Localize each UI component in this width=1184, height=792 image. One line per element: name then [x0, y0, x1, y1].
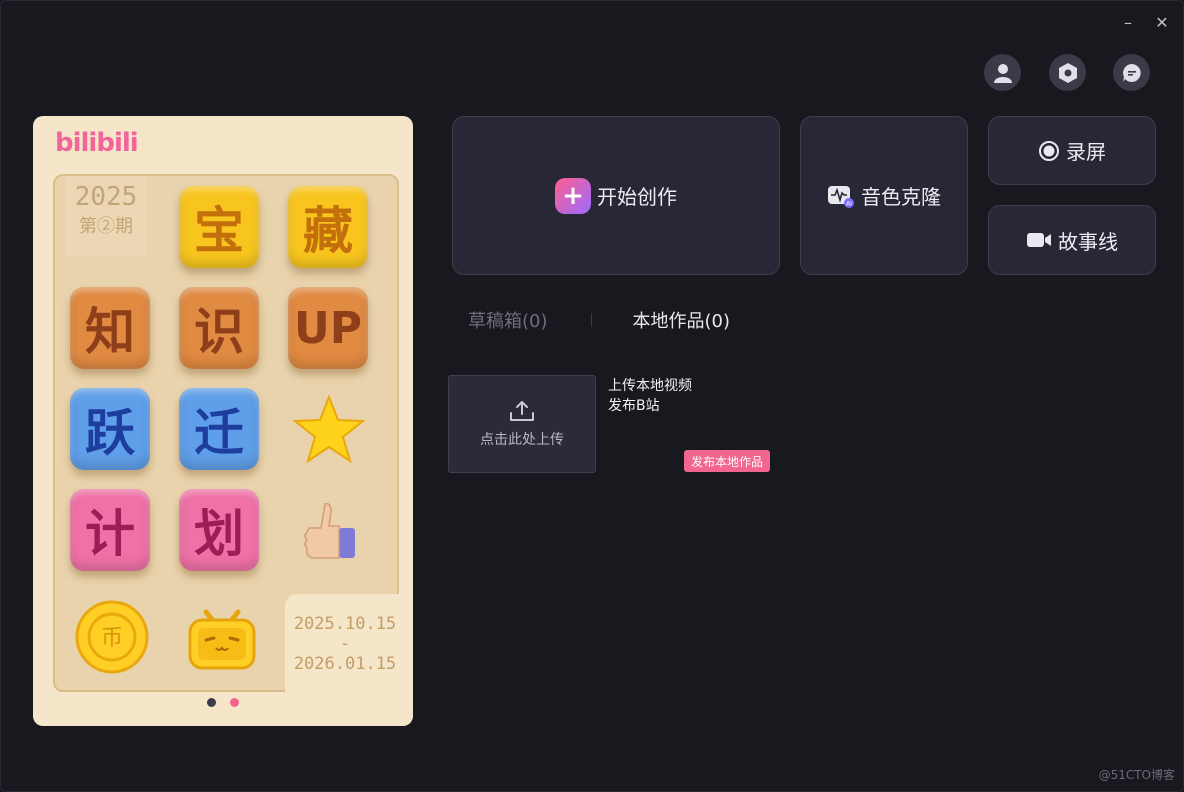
- upload-dropzone[interactable]: 点击此处上传: [448, 375, 596, 473]
- issue-number: 第②期: [79, 216, 133, 237]
- tile-hua: 划: [179, 489, 259, 571]
- thumbs-up-icon: [288, 489, 370, 571]
- carousel-indicator: [207, 698, 239, 707]
- settings-hex-icon: [1058, 62, 1077, 83]
- star-icon: [288, 388, 370, 470]
- tile-up: UP: [288, 287, 368, 369]
- close-button[interactable]: ✕: [1149, 11, 1175, 33]
- watermark: @51CTO博客: [1098, 768, 1175, 782]
- voice-clone-label: 音色克隆: [861, 185, 941, 209]
- issue-year: 2025: [74, 182, 138, 212]
- storyline-label: 故事线: [1058, 229, 1118, 254]
- start-create-label: 开始创作: [597, 185, 677, 209]
- date-end: 2026.01.15: [293, 654, 397, 674]
- issue-badge: 2025 第②期: [65, 176, 147, 256]
- date-dash: -: [339, 634, 351, 654]
- promo-banner[interactable]: bilibili 2025 第②期 宝 藏 知 识 UP 跃 迁 计 划 币 2…: [33, 116, 413, 726]
- minimize-icon: –: [1124, 12, 1132, 32]
- tab-local-works[interactable]: 本地作品(0): [633, 307, 731, 333]
- tile-yue: 跃: [70, 388, 150, 470]
- user-button[interactable]: [984, 54, 1021, 91]
- chat-icon: [1122, 63, 1141, 82]
- message-button[interactable]: [1113, 54, 1150, 91]
- works-tabs: 草稿箱(0) 本地作品(0): [453, 307, 730, 333]
- svg-text:币: 币: [101, 626, 123, 651]
- minimize-button[interactable]: –: [1115, 11, 1141, 33]
- tile-shi: 识: [179, 287, 259, 369]
- info-line-2: 发布B站: [608, 398, 660, 414]
- event-dates: 2025.10.15 - 2026.01.15: [285, 594, 405, 714]
- bilibili-logo: bilibili: [55, 128, 139, 158]
- carousel-dot[interactable]: [207, 698, 216, 707]
- carousel-dot-active[interactable]: [230, 698, 239, 707]
- record-screen-button[interactable]: 录屏: [988, 116, 1156, 185]
- user-icon: [993, 63, 1012, 83]
- video-camera-icon: [1027, 233, 1051, 247]
- settings-button[interactable]: [1049, 54, 1086, 91]
- close-icon: ✕: [1155, 12, 1169, 32]
- tile-cang: 藏: [288, 186, 368, 268]
- record-icon: [1039, 140, 1059, 161]
- tab-drafts[interactable]: 草稿箱(0): [453, 307, 548, 333]
- tile-qian: 迁: [179, 388, 259, 470]
- start-create-button[interactable]: + 开始创作: [452, 116, 780, 275]
- tv-mascot-icon: [181, 596, 263, 678]
- upload-label: 点击此处上传: [480, 432, 564, 448]
- upload-icon: [510, 401, 534, 421]
- tile-zhi: 知: [70, 287, 150, 369]
- voice-clone-button[interactable]: AI 音色克隆: [800, 116, 968, 275]
- app-window: – ✕ bilibili 2025 第②期 宝 藏 知 识 UP 跃 迁 计 划…: [0, 0, 1184, 792]
- tab-divider: [590, 313, 592, 327]
- record-screen-label: 录屏: [1066, 140, 1106, 164]
- coin-icon: 币: [71, 596, 153, 678]
- plus-icon: +: [555, 177, 591, 214]
- info-line-1: 上传本地视频: [608, 378, 692, 394]
- tile-bao: 宝: [179, 186, 259, 268]
- publish-local-button[interactable]: 发布本地作品: [684, 450, 770, 472]
- ai-badge: AI: [846, 200, 852, 207]
- upload-info: 上传本地视频 发布B站: [608, 376, 692, 416]
- voice-clone-icon: AI: [828, 185, 854, 208]
- tile-ji: 计: [70, 489, 150, 571]
- date-start: 2025.10.15: [293, 614, 397, 634]
- storyline-button[interactable]: 故事线: [988, 205, 1156, 275]
